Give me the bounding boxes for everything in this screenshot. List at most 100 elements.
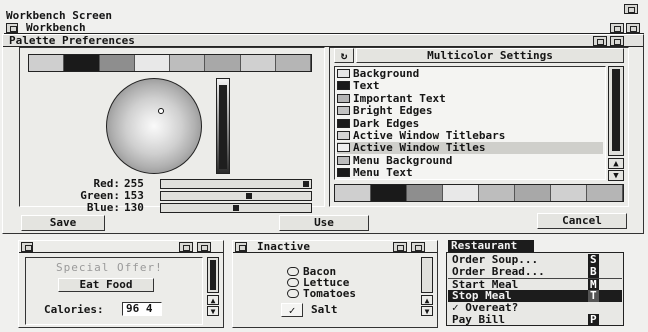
special-offer-down-arrow[interactable]: ▼: [207, 306, 219, 316]
list-palette-strip[interactable]: [334, 184, 624, 202]
multicolor-list-item-label: Active Window Titles: [353, 141, 486, 155]
color-sample-icon: [337, 155, 350, 165]
inactive-zoom-gadget[interactable]: [393, 242, 407, 252]
workbench-window-titlebar[interactable]: Workbench: [4, 22, 644, 34]
tomatoes-radio[interactable]: [287, 289, 299, 298]
cycle-icon: ↻: [340, 49, 348, 62]
color-wheel[interactable]: [106, 78, 202, 174]
palette-swatch-5[interactable]: [515, 185, 551, 201]
color-sample-icon: [337, 118, 350, 128]
palette-swatch-5[interactable]: [205, 55, 241, 71]
special-offer-close-gadget[interactable]: [21, 242, 33, 252]
palette-swatch-4[interactable]: [479, 185, 515, 201]
palette-swatch-0[interactable]: [335, 185, 371, 201]
bacon-radio[interactable]: [287, 267, 299, 276]
cycle-gadget[interactable]: ↻: [334, 48, 354, 63]
restaurant-menu-title[interactable]: Restaurant: [448, 240, 534, 252]
color-wheel-cursor[interactable]: [158, 108, 164, 114]
save-button[interactable]: Save: [21, 215, 105, 231]
special-offer-scrollbar[interactable]: [207, 257, 219, 293]
green-knob[interactable]: [246, 193, 252, 199]
multicolor-list-item[interactable]: Background: [337, 68, 603, 80]
palette-swatch-6[interactable]: [551, 185, 587, 201]
multicolor-list-item[interactable]: Menu Text: [337, 167, 603, 179]
restaurant-menu-item[interactable]: Order Bread... B: [448, 266, 622, 278]
palette-strip[interactable]: [28, 54, 312, 72]
palette-prefs-titlebar[interactable]: Palette Preferences: [3, 35, 643, 47]
multicolor-list-item[interactable]: Menu Background: [337, 153, 603, 167]
special-offer-up-arrow[interactable]: ▲: [207, 295, 219, 305]
restaurant-menu-item-label: Pay Bill: [452, 313, 505, 326]
inactive-down-arrow[interactable]: ▼: [421, 306, 433, 316]
multicolor-list-item[interactable]: Important Text: [337, 92, 603, 105]
multicolor-list-item[interactable]: Dark Edges: [337, 117, 603, 130]
palette-swatch-3[interactable]: [134, 55, 170, 71]
amiga-key-shortcut: B: [588, 265, 599, 278]
calories-value: 96 4: [126, 302, 153, 315]
palette-swatch-7[interactable]: [587, 185, 623, 201]
workbench-depth-gadget[interactable]: [626, 23, 640, 33]
brightness-knob[interactable]: [219, 85, 227, 169]
special-offer-content: Special Offer! Eat Food Calories: 96 4: [25, 257, 203, 325]
inactive-option-tomatoes[interactable]: Tomatoes: [287, 287, 356, 300]
lettuce-radio[interactable]: [287, 278, 299, 287]
palette-prefs-depth-gadget[interactable]: [610, 36, 624, 46]
restaurant-menu-label: Restaurant: [451, 239, 518, 252]
color-editor-panel: Red: 255 Green: 153 Blue: 130: [19, 47, 325, 214]
palette-swatch-1[interactable]: [64, 55, 100, 71]
palette-swatch-6[interactable]: [240, 55, 276, 71]
multicolor-settings-header[interactable]: Multicolor Settings: [356, 48, 624, 63]
use-button[interactable]: Use: [279, 215, 369, 231]
color-sample-icon: [337, 131, 350, 140]
special-offer-window: Special Offer! Eat Food Calories: 96 4 ▲…: [18, 240, 224, 328]
screen-title-bar[interactable]: Workbench Screen: [0, 0, 648, 22]
blue-row: Blue: 130: [20, 202, 324, 214]
red-knob[interactable]: [303, 181, 309, 187]
multicolor-list-item[interactable]: Active Window Titlebars: [337, 130, 603, 142]
special-offer-scroll-knob[interactable]: [210, 260, 216, 290]
multicolor-list-item-label: Menu Background: [353, 153, 453, 167]
special-offer-titlebar[interactable]: [19, 241, 223, 253]
palette-swatch-2[interactable]: [99, 55, 135, 71]
multicolor-list-item[interactable]: Active Window Titles: [337, 141, 603, 155]
palette-prefs-zoom-gadget[interactable]: [593, 36, 607, 46]
multicolor-list[interactable]: Background Text Important Text Bright Edges…: [334, 66, 606, 180]
calories-input[interactable]: 96 4: [122, 302, 162, 316]
blue-knob[interactable]: [233, 205, 239, 211]
inactive-depth-gadget[interactable]: [411, 242, 425, 252]
list-scroll-up-arrow[interactable]: ▲: [608, 158, 624, 169]
list-scrollbar[interactable]: [608, 66, 624, 156]
brightness-slider[interactable]: [216, 78, 230, 174]
multicolor-list-item-label: Background: [353, 67, 420, 80]
special-offer-depth-gadget[interactable]: [197, 242, 211, 252]
list-scroll-knob[interactable]: [612, 69, 620, 151]
inactive-up-arrow[interactable]: ▲: [421, 295, 433, 305]
palette-swatch-0[interactable]: [29, 55, 65, 71]
inactive-titlebar[interactable]: Inactive: [233, 241, 437, 253]
cancel-button[interactable]: Cancel: [537, 213, 627, 229]
multicolor-list-item[interactable]: Text: [337, 80, 603, 92]
inactive-close-gadget[interactable]: [235, 242, 247, 252]
palette-swatch-3[interactable]: [443, 185, 479, 201]
salt-checkbox[interactable]: ✓: [281, 303, 303, 317]
green-slider[interactable]: [160, 191, 312, 201]
color-sample-icon: [337, 143, 350, 153]
red-slider[interactable]: [160, 179, 312, 189]
special-offer-zoom-gadget[interactable]: [179, 242, 193, 252]
amiga-key-shortcut: P: [588, 313, 599, 326]
workbench-zoom-gadget[interactable]: [610, 23, 624, 33]
palette-swatch-2[interactable]: [407, 185, 443, 201]
multicolor-list-item[interactable]: Bright Edges: [337, 105, 603, 117]
blue-slider[interactable]: [160, 203, 312, 213]
eat-food-button[interactable]: Eat Food: [58, 278, 154, 292]
restaurant-menu-item[interactable]: Pay Bill P: [448, 314, 622, 326]
screen-depth-gadget[interactable]: [624, 4, 638, 14]
list-scroll-down-arrow[interactable]: ▼: [608, 170, 624, 181]
palette-swatch-7[interactable]: [275, 55, 311, 71]
palette-swatch-1[interactable]: [371, 185, 407, 201]
multicolor-list-item-label: Bright Edges: [353, 104, 433, 118]
workbench-close-gadget[interactable]: [6, 23, 18, 33]
palette-swatch-4[interactable]: [170, 55, 206, 71]
inactive-window: Inactive Bacon Lettuce Tomatoes ✓ Salt ▲…: [232, 240, 438, 328]
inactive-scrollbar[interactable]: [421, 257, 433, 293]
